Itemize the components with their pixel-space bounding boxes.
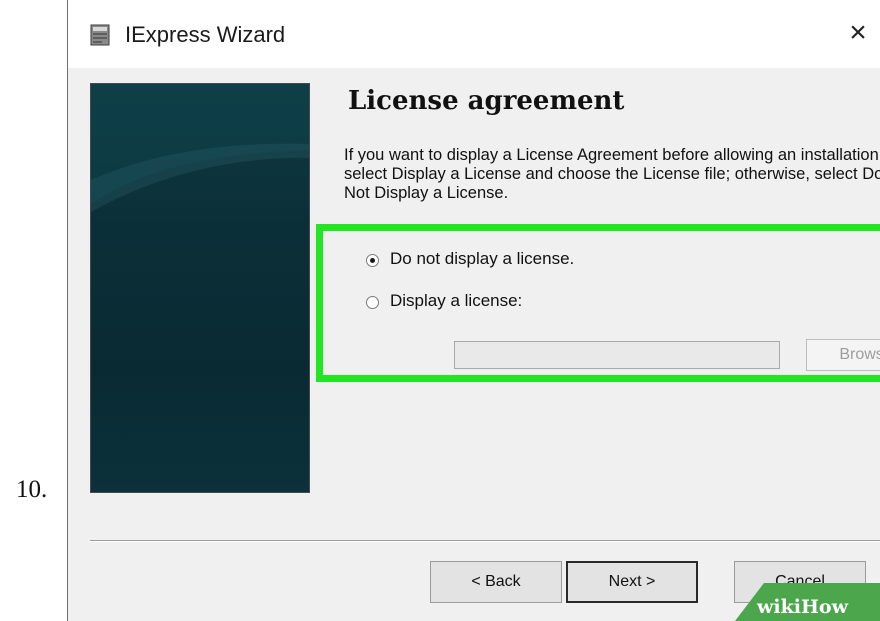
browse-button[interactable]: Browse	[806, 339, 880, 371]
close-icon[interactable]: ×	[839, 14, 877, 52]
license-file-input[interactable]	[454, 341, 780, 369]
page-description: If you want to display a License Agreeme…	[344, 146, 880, 202]
installer-icon	[90, 24, 110, 46]
license-options-group: Do not display a license. Display a lice…	[316, 224, 880, 382]
next-button[interactable]: Next >	[566, 561, 698, 603]
footer-separator	[90, 540, 880, 542]
radio-do-not-display-license[interactable]	[366, 254, 379, 267]
window-title: IExpress Wizard	[125, 22, 286, 47]
banner-graphic	[91, 84, 309, 212]
iexpress-wizard-window: IExpress Wizard × License agreement If y…	[67, 0, 880, 621]
wizard-banner-image	[90, 83, 310, 493]
title-bar: IExpress Wizard ×	[68, 0, 880, 68]
radio-display-license[interactable]	[366, 296, 379, 309]
page-title: License agreement	[348, 86, 625, 116]
radio-label-display-license[interactable]: Display a license:	[390, 291, 522, 311]
radio-label-do-not-display[interactable]: Do not display a license.	[390, 249, 574, 269]
back-button[interactable]: < Back	[430, 561, 562, 603]
step-number: 10.	[16, 476, 48, 503]
wikihow-watermark-text: wikiHow	[757, 596, 848, 618]
